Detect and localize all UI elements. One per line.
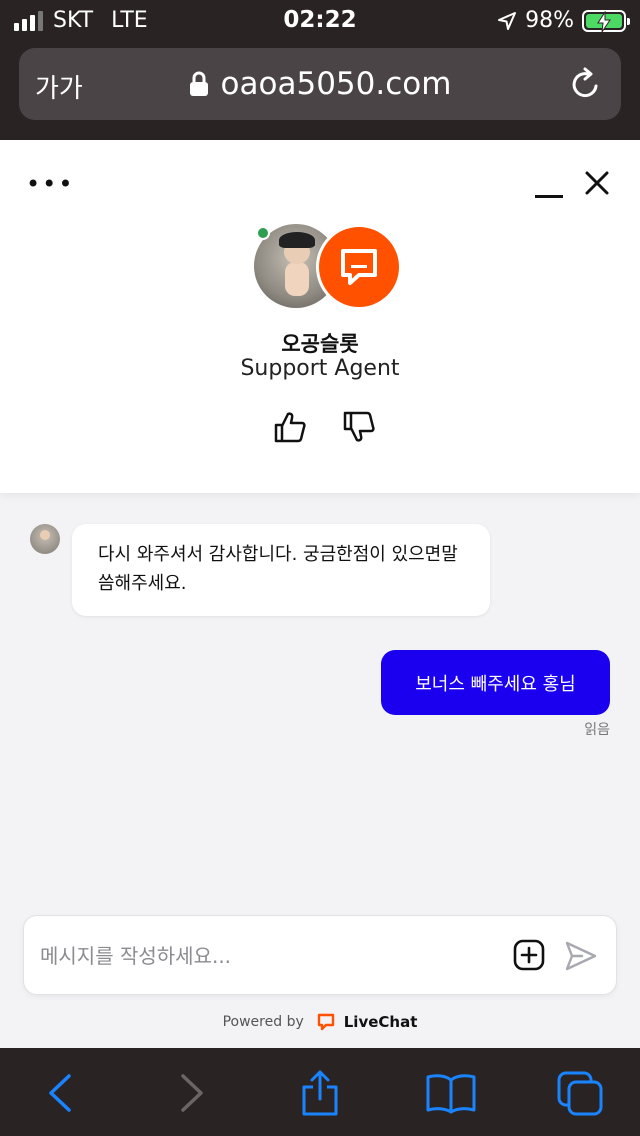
reload-icon[interactable]: [569, 66, 603, 102]
chat-widget: ••• 오공슬롯 Support Agent 다시 와주셔서 감사합니다. 궁금…: [0, 140, 640, 1048]
livechat-logo-icon: [317, 1013, 334, 1031]
read-status: 읽음: [584, 722, 610, 738]
minimize-icon[interactable]: [535, 174, 563, 198]
agent-role: Support Agent: [240, 356, 400, 381]
back-icon: [49, 1074, 71, 1112]
share-icon: [302, 1070, 338, 1116]
browser-toolbar: [0, 1048, 640, 1136]
url-text: oaoa5050.com: [220, 66, 452, 102]
message-composer: [23, 915, 617, 995]
thumbs-down-icon[interactable]: [342, 410, 376, 444]
back-button[interactable]: [36, 1070, 84, 1116]
status-bar: SKT LTE 02:22 98%: [0, 0, 640, 42]
share-button[interactable]: [296, 1070, 344, 1116]
close-icon[interactable]: [582, 168, 612, 198]
attach-plus-icon[interactable]: [512, 938, 546, 972]
bookmarks-icon: [426, 1074, 476, 1114]
powered-by-label: Powered by: [222, 1014, 304, 1030]
agent-avatars: [254, 224, 404, 310]
tabs-icon: [557, 1071, 603, 1116]
online-status-dot: [256, 226, 270, 240]
address-bar[interactable]: 가가 oaoa5050.com: [19, 48, 621, 120]
thumbs-up-icon[interactable]: [273, 410, 307, 444]
location-arrow-icon: [498, 11, 517, 30]
agent-name: 오공슬롯: [281, 332, 359, 356]
message-input[interactable]: [40, 938, 500, 974]
battery-percent: 98%: [525, 8, 574, 33]
url-display[interactable]: oaoa5050.com: [19, 66, 621, 102]
visitor-message: 보너스 빼주세요 홍님: [381, 650, 610, 715]
battery-charging-icon: [582, 9, 630, 32]
tabs-button[interactable]: [556, 1070, 604, 1116]
agent-message: 다시 와주셔서 감사합니다. 궁금한점이 있으면말씀해주세요.: [72, 524, 490, 616]
forward-button[interactable]: [168, 1070, 216, 1116]
status-right: 98%: [497, 8, 630, 33]
chat-bubble-icon: [316, 224, 402, 310]
powered-by[interactable]: Powered by LiveChat: [0, 1012, 640, 1032]
send-icon[interactable]: [564, 940, 598, 972]
message-avatar: [30, 524, 60, 554]
chat-header: ••• 오공슬롯 Support Agent: [0, 140, 640, 493]
forward-icon: [181, 1074, 203, 1112]
lock-icon: [189, 71, 208, 96]
more-options-icon[interactable]: •••: [26, 170, 74, 198]
livechat-brand: LiveChat: [343, 1013, 418, 1031]
bookmarks-button[interactable]: [424, 1070, 478, 1116]
